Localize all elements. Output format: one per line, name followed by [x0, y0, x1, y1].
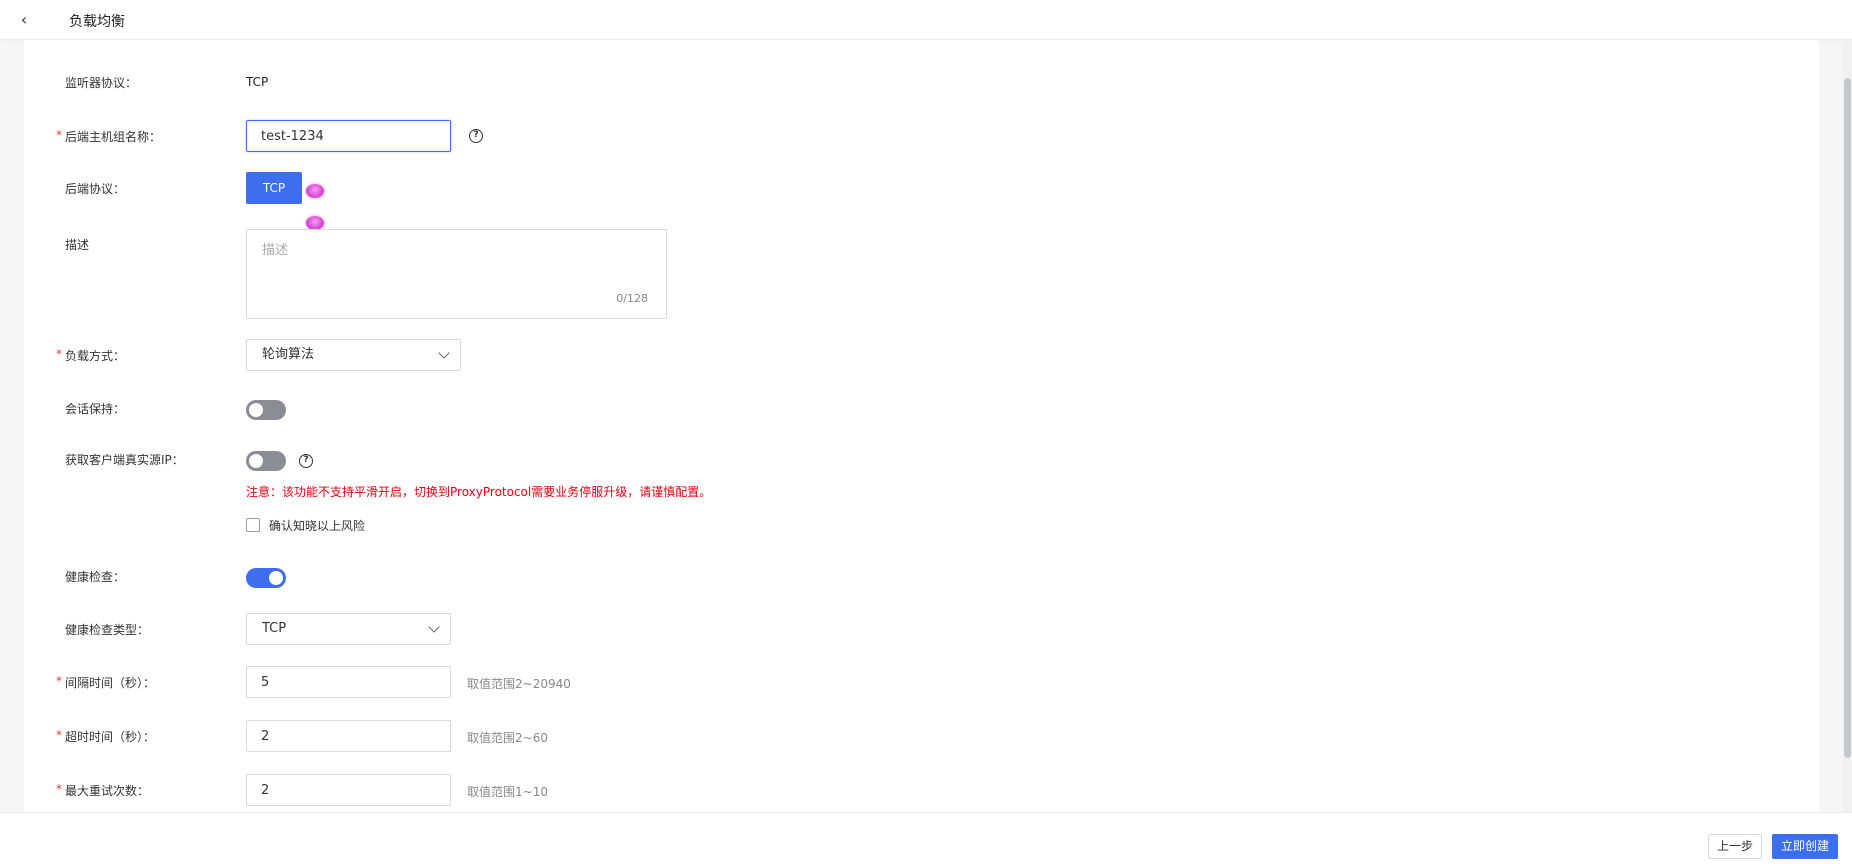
- row-client-real-ip: 获取客户端真实源IP： ? 注意：该功能不支持平滑开启，切换到ProxyProt…: [24, 451, 1819, 533]
- health-check-type-value: TCP: [262, 621, 287, 636]
- chevron-left-icon[interactable]: ‹: [14, 10, 34, 30]
- backend-group-name-label: * 后端主机组名称：: [56, 128, 162, 144]
- interval-input[interactable]: [246, 666, 451, 698]
- health-check-type-select[interactable]: TCP: [246, 613, 451, 645]
- required-mark: *: [56, 782, 62, 796]
- listener-protocol-label: 监听器协议：: [65, 76, 138, 90]
- required-mark: *: [56, 728, 62, 742]
- required-mark: *: [56, 347, 62, 361]
- create-now-button[interactable]: 立即创建: [1772, 834, 1838, 859]
- health-check-label: 健康检查：: [65, 570, 126, 584]
- lb-method-select[interactable]: 轮询算法: [246, 339, 461, 371]
- listener-protocol-value: TCP: [246, 75, 269, 89]
- form-card: 监听器协议： TCP *后端主机组名称： ? 后端协议： TCP 描述 描述 0…: [24, 40, 1819, 812]
- footer-bar: 上一步 立即创建: [0, 812, 1852, 867]
- vertical-scrollbar[interactable]: [1843, 40, 1852, 812]
- session-persistence-toggle[interactable]: [246, 400, 286, 420]
- confirm-risk-label: 确认知晓以上风险: [269, 519, 366, 533]
- row-description: 描述 描述 0/128: [24, 229, 1819, 319]
- help-icon[interactable]: ?: [469, 129, 483, 143]
- client-real-ip-toggle[interactable]: [246, 451, 286, 471]
- row-session-persistence: 会话保持：: [24, 400, 1819, 420]
- help-icon[interactable]: ?: [299, 454, 313, 468]
- proxy-protocol-warning: 注意：该功能不支持平滑开启，切换到ProxyProtocol需要业务停服升级，请…: [246, 485, 712, 499]
- health-check-type-label: 健康检查类型：: [65, 623, 150, 637]
- description-label: 描述: [65, 238, 90, 252]
- cursor-marker-icon: [306, 184, 324, 198]
- scrollbar-thumb[interactable]: [1844, 78, 1851, 758]
- chevron-down-icon: [428, 621, 440, 633]
- lb-method-label: * 负载方式：: [56, 347, 126, 363]
- backend-protocol-tcp-button[interactable]: TCP: [246, 172, 302, 204]
- lb-method-value: 轮询算法: [262, 347, 315, 362]
- health-check-toggle[interactable]: [246, 568, 286, 588]
- required-mark: *: [56, 128, 62, 142]
- timeout-label: * 超时时间（秒）：: [56, 728, 156, 744]
- prev-step-button[interactable]: 上一步: [1708, 834, 1762, 859]
- required-mark: *: [56, 674, 62, 688]
- chevron-down-icon: [438, 347, 450, 359]
- row-health-check: 健康检查：: [24, 568, 1819, 588]
- max-retries-hint: 取值范围1~10: [467, 785, 548, 799]
- backend-protocol-label: 后端协议：: [65, 182, 126, 196]
- top-header: ‹ 负载均衡: [0, 0, 1852, 40]
- max-retries-input[interactable]: [246, 774, 451, 806]
- timeout-hint: 取值范围2~60: [467, 731, 548, 745]
- interval-label: * 间隔时间（秒）：: [56, 674, 156, 690]
- description-placeholder: 描述: [262, 243, 289, 258]
- confirm-risk-checkbox[interactable]: [246, 518, 260, 532]
- cursor-marker-icon: [306, 216, 324, 230]
- client-real-ip-label: 获取客户端真实源IP：: [65, 453, 184, 467]
- row-health-check-type: 健康检查类型： TCP: [24, 613, 1819, 645]
- backend-group-name-input[interactable]: [246, 120, 451, 152]
- max-retries-label: * 最大重试次数：: [56, 782, 150, 798]
- page-title: 负载均衡: [69, 14, 125, 30]
- description-textarea[interactable]: 描述 0/128: [246, 229, 667, 319]
- confirm-risk-checkbox-row[interactable]: 确认知晓以上风险: [246, 517, 446, 533]
- interval-hint: 取值范围2~20940: [467, 677, 571, 691]
- timeout-input[interactable]: [246, 720, 451, 752]
- row-lb-method: * 负载方式： 轮询算法: [24, 339, 1819, 371]
- description-char-counter: 0/128: [616, 292, 648, 305]
- session-persistence-label: 会话保持：: [65, 402, 126, 416]
